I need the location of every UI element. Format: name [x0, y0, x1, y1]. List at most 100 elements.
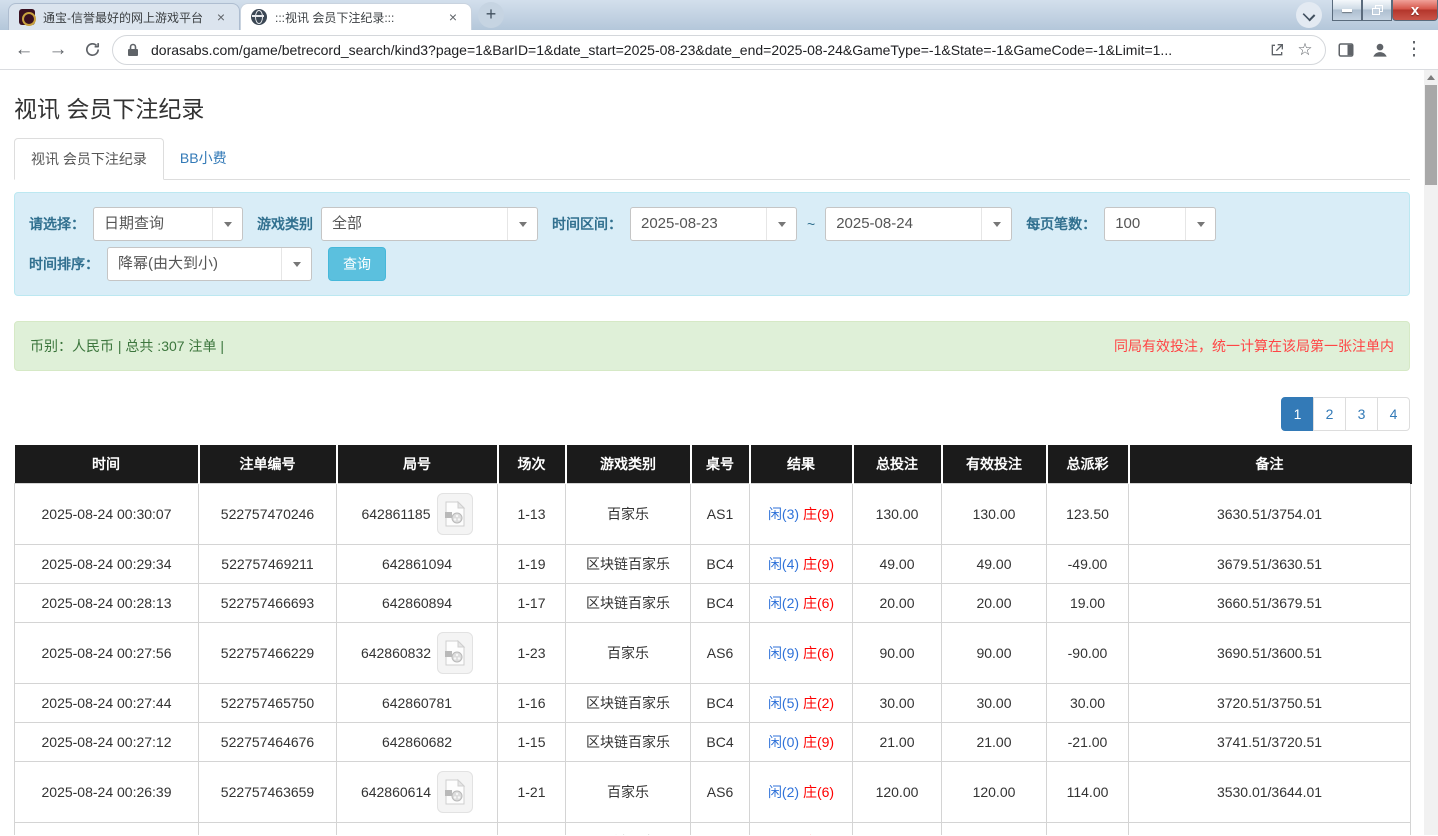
cell-game-type: 百家乐 [565, 483, 691, 545]
page-button-2[interactable]: 2 [1313, 397, 1346, 431]
summary-warning-text: 同局有效投注，统一计算在该局第一张注单内 [1114, 338, 1394, 354]
date-start-dropdown[interactable]: 2025-08-23 [630, 207, 797, 241]
browser-tab-1[interactable]: 通宝-信誉最好的网上游戏平台 × [8, 3, 240, 30]
page-button-3[interactable]: 3 [1345, 397, 1378, 431]
cell-result: 闲(9) 庄(6) [749, 622, 853, 684]
cell-total-bet[interactable]: 49.00 [852, 544, 942, 584]
side-panel-icon[interactable] [1332, 36, 1360, 64]
table-row: 2025-08-24 00:28:13 522757466693 642860894… [14, 583, 1411, 623]
cell-total-bet[interactable]: 50.00 [852, 822, 942, 835]
scroll-up-arrow-icon[interactable] [1424, 70, 1438, 84]
cell-result: 闲(0) 庄(9) [749, 722, 853, 762]
page-tab-1[interactable]: BB小费 [164, 138, 243, 180]
cell-total-bet[interactable]: 130.00 [852, 483, 942, 545]
sort-label: 时间排序： [29, 256, 99, 272]
menu-kebab-icon[interactable]: ⋮ [1400, 36, 1428, 64]
result-player: 闲(5) [767, 695, 800, 711]
column-header: 注单编号 [198, 445, 338, 484]
address-bar[interactable]: dorasabs.com/game/betrecord_search/kind3… [112, 34, 1326, 65]
browser-tab-2[interactable]: :::视讯 会员下注纪录::: × [240, 3, 472, 30]
cell-game-type: 区块链百家乐 [565, 683, 691, 723]
round-number: 642860781 [381, 695, 453, 711]
cell-result: 闲(8) 庄(5) [749, 822, 853, 835]
cell-payout: -49.00 [1046, 544, 1129, 584]
profile-avatar-icon[interactable] [1366, 36, 1394, 64]
column-header: 备注 [1128, 445, 1412, 484]
tab2-close-icon[interactable]: × [445, 10, 461, 24]
table-row: 2025-08-24 00:27:56 522757466229 642860832… [14, 622, 1411, 684]
sort-dropdown[interactable]: 降幂(由大到小) [107, 247, 312, 281]
cell-valid-bet: 90.00 [941, 622, 1047, 684]
search-button[interactable]: 查询 [328, 247, 386, 281]
cell-total-bet[interactable]: 90.00 [852, 622, 942, 684]
url-text[interactable]: dorasabs.com/game/betrecord_search/kind3… [151, 42, 1259, 58]
page-button-4[interactable]: 4 [1377, 397, 1410, 431]
cell-valid-bet: 120.00 [941, 761, 1047, 823]
bet-records-table: 时间 注单编号 局号 场次 游戏类别 桌号 结果 总投注 有效投注 总派彩 备注 2025-08-2… [14, 445, 1412, 835]
page-tab-0[interactable]: 视讯 会员下注纪录 [14, 138, 164, 180]
tab1-close-icon[interactable]: × [213, 10, 229, 24]
cell-table-no: BC4 [690, 722, 750, 762]
bookmark-star-icon[interactable]: ☆ [1295, 40, 1315, 60]
page-title: 视讯 会员下注纪录 [14, 96, 205, 122]
chevron-down-icon[interactable] [766, 208, 796, 240]
cell-remark: 3690.51/3600.51 [1128, 622, 1411, 684]
chevron-down-icon[interactable] [1185, 208, 1215, 240]
chevron-down-icon[interactable] [981, 208, 1011, 240]
game-type-dropdown[interactable]: 全部 [321, 207, 538, 241]
query-type-dropdown[interactable]: 日期查询 [93, 207, 243, 241]
close-button[interactable]: x [1392, 0, 1438, 21]
tab-search-chevron-icon[interactable] [1296, 2, 1322, 28]
page-size-dropdown[interactable]: 100 [1104, 207, 1217, 241]
video-replay-icon[interactable] [437, 771, 474, 813]
round-number: 642861094 [381, 556, 453, 572]
tab2-globe-favicon [251, 9, 267, 25]
cell-total-bet[interactable]: 20.00 [852, 583, 942, 623]
cell-time: 2025-08-24 00:26:39 [14, 761, 199, 823]
forward-icon[interactable]: → [44, 36, 72, 64]
cell-remark: 3530.01/3644.01 [1128, 761, 1411, 823]
video-replay-icon[interactable] [437, 632, 474, 674]
chevron-down-icon[interactable] [507, 208, 537, 240]
summary-total-text: 币别：人民币 | 总共 :307 注单 | [30, 338, 224, 354]
cell-payout: 114.00 [1046, 761, 1129, 823]
cell-round-no: 642860682 [336, 722, 498, 762]
cell-total-bet[interactable]: 30.00 [852, 683, 942, 723]
cell-remark: 3630.51/3754.01 [1128, 483, 1411, 545]
page-scrollbar[interactable] [1424, 70, 1438, 835]
result-player: 闲(4) [767, 556, 800, 572]
result-banker: 庄(5) [799, 834, 834, 835]
cell-total-bet[interactable]: 21.00 [852, 722, 942, 762]
video-replay-icon[interactable] [436, 493, 473, 535]
chevron-down-icon[interactable] [212, 208, 242, 240]
date-end-dropdown[interactable]: 2025-08-24 [825, 207, 1013, 241]
cell-round-no: 642861185 [336, 483, 498, 545]
back-icon[interactable]: ← [10, 36, 38, 64]
page-button-1[interactable]: 1 [1281, 397, 1314, 431]
cell-game-type: 百家乐 [565, 622, 691, 684]
cell-table-no: BC2 [690, 822, 750, 835]
column-header: 总派彩 [1046, 445, 1130, 484]
cell-bet-id: 522757464676 [198, 722, 337, 762]
scrollbar-thumb[interactable] [1425, 85, 1437, 185]
refresh-icon[interactable] [78, 36, 106, 64]
share-icon[interactable] [1267, 40, 1287, 60]
range-separator: ~ [807, 216, 816, 232]
new-tab-button[interactable]: + [478, 2, 504, 28]
cell-bet-id: 522757466229 [198, 622, 337, 684]
restore-button[interactable] [1362, 0, 1392, 21]
cell-remark: 3660.51/3679.51 [1128, 583, 1411, 623]
cell-time: 2025-08-24 00:27:12 [14, 722, 199, 762]
cell-total-bet[interactable]: 120.00 [852, 761, 942, 823]
result-banker: 庄(6) [799, 645, 835, 661]
cell-bet-id: 522757463659 [198, 761, 337, 823]
minimize-button[interactable] [1332, 0, 1362, 21]
table-row: 2025-08-24 00:26:36522757463507 642860602… [14, 822, 1411, 835]
result-banker: 庄(6) [799, 595, 835, 611]
round-number: 642861185 [361, 506, 431, 522]
chevron-down-icon[interactable] [281, 248, 311, 280]
cell-game-type: 区块链百家乐 [565, 722, 691, 762]
cell-valid-bet: 50.00 [941, 822, 1047, 835]
cell-valid-bet: 49.00 [941, 544, 1047, 584]
cell-result: 闲(3) 庄(9) [749, 483, 853, 545]
